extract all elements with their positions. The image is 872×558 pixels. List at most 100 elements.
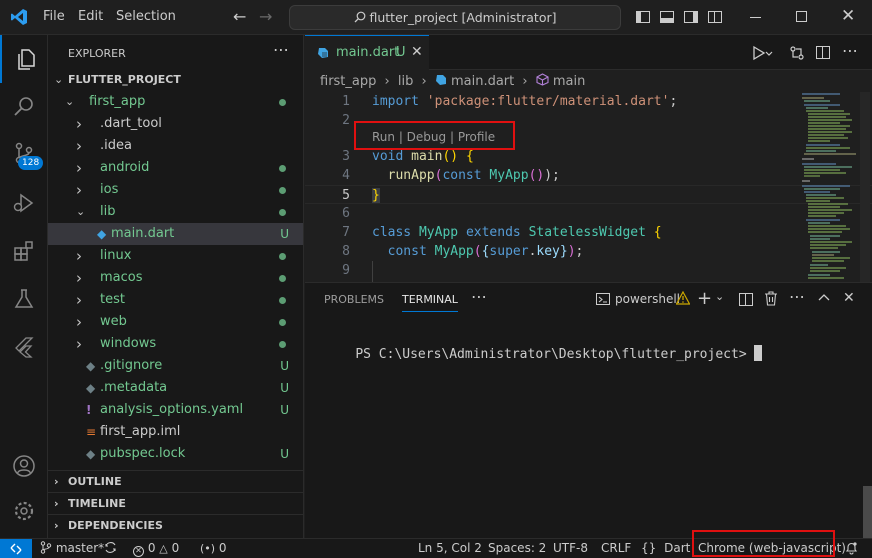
- dependencies-section[interactable]: › DEPENDENCIES: [48, 514, 303, 536]
- remote-indicator[interactable]: [0, 539, 32, 558]
- tree-item-label: first_app: [89, 94, 146, 109]
- encoding[interactable]: UTF-8: [553, 541, 588, 555]
- flutter-activity[interactable]: [0, 323, 48, 371]
- tab-main-dart[interactable]: main.dart U ✕: [305, 35, 429, 70]
- outline-section[interactable]: › OUTLINE: [48, 470, 303, 492]
- tree-item-label: .idea: [100, 138, 132, 153]
- editor-scrollbar[interactable]: [860, 92, 870, 282]
- breadcrumb-main[interactable]: main: [553, 74, 585, 89]
- trash-icon[interactable]: [764, 291, 778, 310]
- tab-status: U: [396, 45, 406, 60]
- tree-item-idea[interactable]: › .idea: [48, 135, 303, 157]
- tree-item-pubspec-lock[interactable]: ◆ pubspec.lock U: [48, 443, 303, 465]
- run-dart-icon[interactable]: [751, 45, 773, 65]
- toggle-sidebar-icon[interactable]: [636, 11, 650, 23]
- split-editor-icon[interactable]: [816, 46, 830, 59]
- run-debug-activity[interactable]: [0, 179, 48, 227]
- line-number: 2: [342, 113, 350, 128]
- cursor-position[interactable]: Ln 5, Col 2: [418, 541, 482, 555]
- panel-overflow-icon[interactable]: ⋯: [789, 287, 805, 306]
- tree-item-linux[interactable]: › linux: [48, 245, 303, 267]
- split-terminal-icon[interactable]: [739, 293, 753, 306]
- customize-layout-icon[interactable]: [708, 11, 722, 23]
- back-arrow-icon[interactable]: ←: [233, 7, 246, 26]
- explorer-activity[interactable]: [0, 35, 48, 83]
- tree-item-macos[interactable]: › macos: [48, 267, 303, 289]
- modified-dot-icon: [279, 165, 286, 172]
- tree-item-ios[interactable]: › ios: [48, 179, 303, 201]
- manage-activity[interactable]: [0, 487, 48, 535]
- breadcrumb-lib[interactable]: lib: [398, 74, 413, 89]
- tree-item-metadata[interactable]: ◆ .metadata U: [48, 377, 303, 399]
- explorer-more-icon[interactable]: ⋯: [273, 40, 289, 59]
- chevron-right-icon: ›: [76, 159, 82, 177]
- panel-more-icon[interactable]: ⋯: [471, 287, 487, 306]
- forward-arrow-icon[interactable]: →: [259, 7, 272, 26]
- testing-activity[interactable]: [0, 275, 48, 323]
- tree-item-analysis-options-yaml[interactable]: ! analysis_options.yaml U: [48, 399, 303, 421]
- close-panel-icon[interactable]: ✕: [843, 290, 855, 306]
- close-window-icon[interactable]: ✕: [841, 6, 855, 26]
- breadcrumb-first-app[interactable]: first_app: [320, 74, 376, 89]
- toggle-panel-icon[interactable]: [660, 11, 674, 23]
- ports-indicator[interactable]: (•) 0: [200, 541, 227, 555]
- timeline-section[interactable]: › TIMELINE: [48, 492, 303, 514]
- minimize-icon[interactable]: [750, 17, 761, 18]
- tree-item-label: macos: [100, 270, 143, 285]
- toggle-secondary-sidebar-icon[interactable]: [684, 11, 698, 23]
- tree-item-dart-tool[interactable]: › .dart_tool: [48, 113, 303, 135]
- chevron-right-icon: ›: [421, 74, 427, 89]
- error-count: 0: [147, 541, 156, 555]
- chevron-down-icon[interactable]: ⌄: [715, 290, 724, 303]
- terminal-shell-name[interactable]: powershell: [615, 292, 680, 306]
- tree-item-label: test: [100, 292, 125, 307]
- chevron-right-icon: ›: [76, 247, 82, 265]
- editor-more-icon[interactable]: ⋯: [842, 41, 858, 60]
- vscode-logo-icon: [10, 8, 28, 26]
- tab-terminal[interactable]: TERMINAL: [402, 293, 458, 312]
- panel-scrollbar-thumb[interactable]: [863, 486, 872, 538]
- modified-dot-icon: [279, 99, 286, 106]
- flask-icon: [14, 289, 34, 308]
- new-terminal-icon[interactable]: +: [697, 288, 712, 309]
- extensions-activity[interactable]: [0, 227, 48, 275]
- broadcast-icon: (•): [200, 542, 216, 555]
- notifications-bell-icon[interactable]: [845, 541, 858, 558]
- maximize-icon[interactable]: [796, 11, 807, 22]
- tree-item-label: .metadata: [100, 380, 168, 395]
- tree-item-windows[interactable]: › windows: [48, 333, 303, 355]
- tree-item-first-app-iml[interactable]: ≡ first_app.iml: [48, 421, 303, 443]
- yaml-file-icon: !: [86, 403, 92, 417]
- tree-item-test[interactable]: › test: [48, 289, 303, 311]
- tree-item-first-app[interactable]: ⌄ first_app: [48, 91, 303, 113]
- modified-dot-icon: [279, 253, 286, 260]
- tree-item-main-dart[interactable]: ◆ main.dart U: [48, 223, 303, 245]
- terminal-output[interactable]: PS C:\Users\Administrator\Desktop\flutte…: [324, 330, 763, 377]
- sync-icon[interactable]: [104, 541, 117, 557]
- command-center-text: flutter_project [Administrator]: [369, 10, 557, 25]
- accounts-activity[interactable]: [0, 442, 48, 490]
- menu-edit[interactable]: Edit: [78, 9, 103, 24]
- minimap[interactable]: [800, 92, 860, 282]
- compare-changes-icon[interactable]: [789, 45, 805, 65]
- terminal-shell-icon: [596, 292, 610, 310]
- branch-indicator[interactable]: master*: [40, 541, 104, 555]
- source-control-activity[interactable]: 128: [0, 131, 48, 179]
- tree-item-android[interactable]: › android: [48, 157, 303, 179]
- command-center[interactable]: flutter_project [Administrator]: [289, 5, 621, 30]
- menu-file[interactable]: File: [43, 9, 65, 24]
- problems-indicator[interactable]: ✕ 0 △ 0: [133, 541, 179, 557]
- tree-item-web[interactable]: › web: [48, 311, 303, 333]
- indentation[interactable]: Spaces: 2: [488, 541, 546, 555]
- breadcrumb-main-dart[interactable]: main.dart: [451, 74, 514, 89]
- tab-close-icon[interactable]: ✕: [411, 44, 423, 60]
- line-ending[interactable]: CRLF: [601, 541, 631, 555]
- tree-item-lib[interactable]: ⌄ lib: [48, 201, 303, 223]
- maximize-panel-icon[interactable]: [817, 291, 831, 307]
- language-mode[interactable]: {} Dart: [641, 541, 690, 555]
- tree-item-gitignore[interactable]: ◆ .gitignore U: [48, 355, 303, 377]
- tab-problems[interactable]: PROBLEMS: [324, 293, 384, 306]
- search-activity[interactable]: [0, 83, 48, 131]
- menu-selection[interactable]: Selection: [116, 9, 176, 24]
- project-header[interactable]: ⌄ FLUTTER_PROJECT: [48, 69, 303, 91]
